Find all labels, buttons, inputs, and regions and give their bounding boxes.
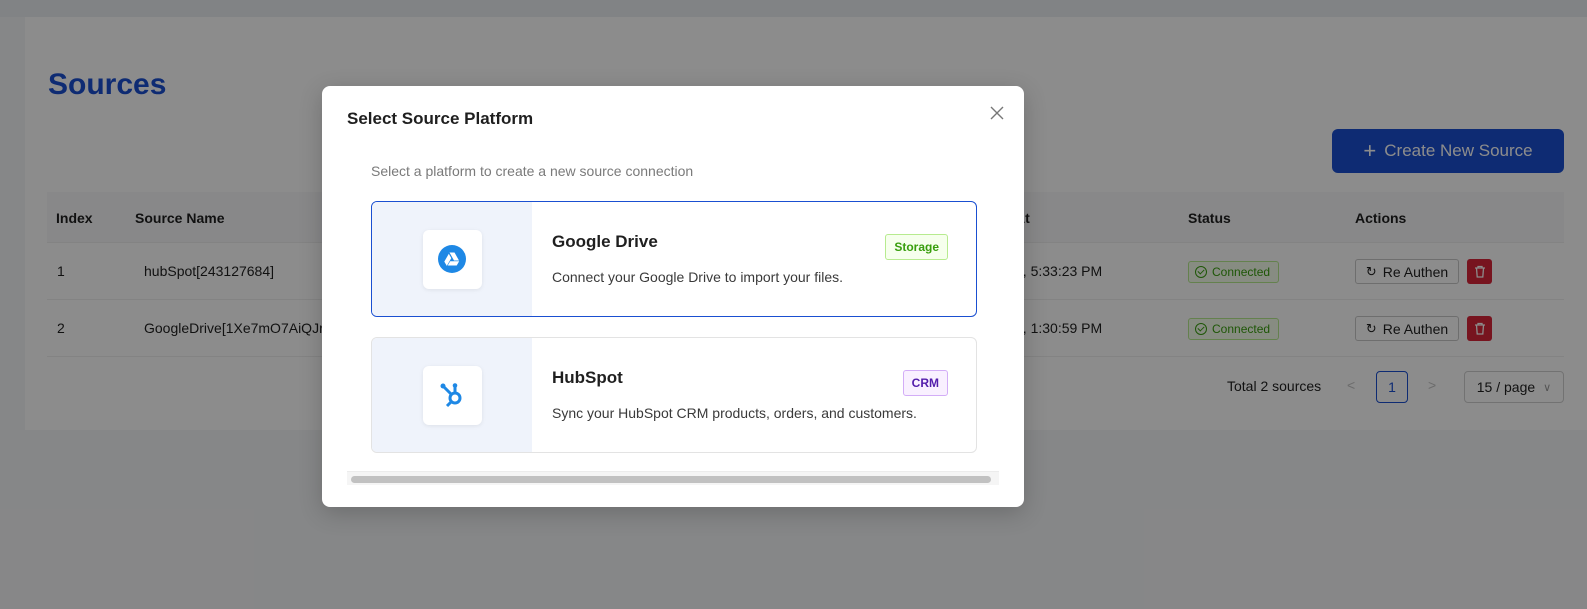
platform-card-google-drive[interactable]: Google Drive Connect your Google Drive t…	[371, 201, 977, 317]
logo-box	[422, 365, 482, 425]
category-badge: CRM	[902, 370, 948, 396]
logo-box	[422, 229, 482, 289]
scrollbar-thumb[interactable]	[351, 476, 991, 483]
google-drive-icon	[438, 245, 466, 273]
card-icon-area	[372, 338, 532, 452]
card-description: Sync your HubSpot CRM products, orders, …	[552, 405, 917, 421]
hubspot-icon	[440, 383, 462, 408]
horizontal-scrollbar[interactable]	[347, 471, 999, 485]
modal-title: Select Source Platform	[347, 109, 534, 128]
card-description: Connect your Google Drive to import your…	[552, 269, 844, 285]
category-badge: Storage	[885, 234, 948, 260]
platform-card-hubspot[interactable]: HubSpot Sync your HubSpot CRM products, …	[371, 337, 977, 453]
select-source-modal: Select Source Platform Select a platform…	[322, 86, 1024, 507]
card-name: Google Drive	[552, 232, 658, 251]
card-name: HubSpot	[552, 368, 623, 387]
close-icon[interactable]	[986, 102, 1008, 124]
card-icon-area	[372, 202, 532, 316]
modal-subtitle: Select a platform to create a new source…	[371, 163, 694, 179]
